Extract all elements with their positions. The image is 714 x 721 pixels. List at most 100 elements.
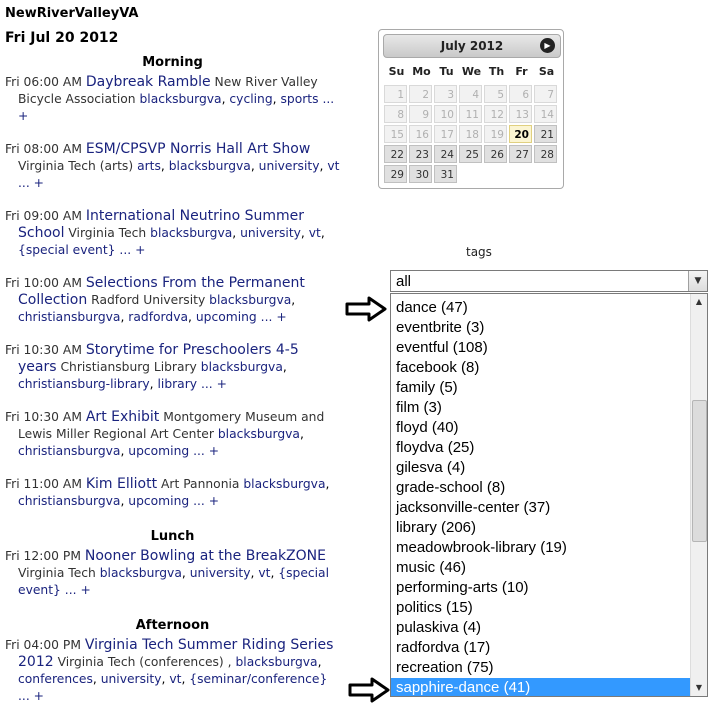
tag-option[interactable]: politics (15) — [391, 598, 691, 618]
calendar-day[interactable]: 30 — [409, 165, 432, 183]
event-title-link[interactable]: Kim Elliott — [86, 476, 157, 492]
tags-select[interactable]: all ▼ — [390, 270, 708, 292]
event-tag-link[interactable]: arts — [137, 159, 161, 173]
tags-dropdown-list[interactable]: dance (47) eventbrite (3) eventful (108) fa… — [390, 293, 708, 697]
event-tag-link[interactable]: christiansburg-library — [18, 377, 150, 391]
event-more-link[interactable]: ... — [119, 243, 131, 257]
event-more-link[interactable]: ... — [193, 444, 205, 458]
event-more-link[interactable]: ... — [18, 689, 30, 703]
add-event-icon[interactable]: + — [209, 494, 219, 508]
event-tag-link[interactable]: christiansburgva — [18, 444, 120, 458]
tag-option[interactable]: gilesva (4) — [391, 458, 691, 478]
event-tag-link[interactable]: university — [240, 226, 301, 240]
event-title-link[interactable]: Art Exhibit — [86, 409, 159, 425]
add-event-icon[interactable]: + — [209, 444, 219, 458]
tag-option[interactable]: library (206) — [391, 518, 691, 538]
event-time: Fri 10:30 AM — [5, 343, 82, 357]
calendar-day[interactable]: 31 — [434, 165, 457, 183]
event-tag-link[interactable]: {special event} — [18, 243, 116, 257]
add-event-icon[interactable]: + — [18, 109, 28, 123]
calendar-day: 5 — [484, 85, 507, 103]
event-tag-link[interactable]: blacksburgva — [100, 566, 182, 580]
calendar-day[interactable]: 22 — [384, 145, 407, 163]
event-tag-link[interactable]: blacksburgva — [209, 293, 291, 307]
next-month-icon[interactable]: ▶ — [540, 38, 555, 53]
tag-option[interactable]: family (5) — [391, 378, 691, 398]
add-event-icon[interactable]: + — [217, 377, 227, 391]
calendar-week: 1234567 — [384, 85, 560, 105]
event-more-link[interactable]: ... — [18, 176, 30, 190]
event-tag-link[interactable]: blacksburgva — [235, 655, 317, 669]
event-tag-link[interactable]: blacksburgva — [139, 92, 221, 106]
event-tag-link[interactable]: sports — [280, 92, 318, 106]
calendar-day[interactable]: 25 — [459, 145, 482, 163]
scroll-up-icon[interactable]: ▲ — [691, 294, 707, 310]
event-tag-link[interactable]: vt — [169, 672, 181, 686]
event-more-link[interactable]: ... — [201, 377, 213, 391]
event-tag-link[interactable]: blacksburgva — [243, 477, 325, 491]
tag-option[interactable]: jacksonville-center (37) — [391, 498, 691, 518]
event-tag-link[interactable]: upcoming — [128, 444, 189, 458]
tag-option[interactable]: eventbrite (3) — [391, 318, 691, 338]
scroll-thumb[interactable] — [692, 400, 707, 542]
tag-option[interactable]: floydva (25) — [391, 438, 691, 458]
event-tag-link[interactable]: blacksburgva — [150, 226, 232, 240]
tag-option[interactable]: radfordva (17) — [391, 638, 691, 658]
section-heading: Lunch — [150, 529, 195, 544]
tag-option[interactable]: film (3) — [391, 398, 691, 418]
calendar-day[interactable]: 28 — [534, 145, 557, 163]
event-tag-link[interactable]: blacksburgva — [218, 427, 300, 441]
event-tag-link[interactable]: conferences — [18, 672, 93, 686]
calendar-day[interactable]: 23 — [409, 145, 432, 163]
dropdown-scrollbar[interactable]: ▲ ▼ — [690, 294, 707, 696]
calendar-day[interactable]: 26 — [484, 145, 507, 163]
event-tag-link[interactable]: christiansburgva — [18, 494, 120, 508]
tag-option[interactable]: grade-school (8) — [391, 478, 691, 498]
event-tag-link[interactable]: vt — [258, 566, 270, 580]
event-tag-link[interactable]: vt — [309, 226, 321, 240]
event-tag-link[interactable]: university — [259, 159, 320, 173]
event-title-link[interactable]: ESM/CPSVP Norris Hall Art Show — [86, 141, 310, 157]
calendar-day[interactable]: 21 — [534, 125, 557, 143]
scroll-down-icon[interactable]: ▼ — [691, 680, 707, 696]
add-event-icon[interactable]: + — [276, 310, 286, 324]
event-more-link[interactable]: ... — [65, 583, 77, 597]
tag-option[interactable]: eventful (108) — [391, 338, 691, 358]
event-tag-link[interactable]: university — [101, 672, 162, 686]
add-event-icon[interactable]: + — [34, 689, 44, 703]
tag-option[interactable]: performing-arts (10) — [391, 578, 691, 598]
event-more-link[interactable]: ... — [193, 494, 205, 508]
tag-option[interactable]: facebook (8) — [391, 358, 691, 378]
event-tag-link[interactable]: blacksburgva — [169, 159, 251, 173]
event-title-link[interactable]: Nooner Bowling at the BreakZONE — [85, 548, 326, 564]
event-tag-link[interactable]: radfordva — [128, 310, 188, 324]
event-tag-link[interactable]: upcoming — [128, 494, 189, 508]
calendar-day[interactable]: 24 — [434, 145, 457, 163]
section-heading: Morning — [142, 55, 203, 70]
tag-option[interactable]: floyd (40) — [391, 418, 691, 438]
event-tag-link[interactable]: {seminar/conference} — [189, 672, 327, 686]
tag-option[interactable]: dance (47) — [391, 298, 691, 318]
add-event-icon[interactable]: + — [34, 176, 44, 190]
tag-option[interactable]: recreation (75) — [391, 658, 691, 678]
tag-option[interactable]: pulaskiva (4) — [391, 618, 691, 638]
event-tag-link[interactable]: university — [190, 566, 251, 580]
event-tag-link[interactable]: cycling — [229, 92, 272, 106]
add-event-icon[interactable]: + — [135, 243, 145, 257]
event-title-link[interactable]: Daybreak Ramble — [86, 74, 211, 90]
chevron-down-icon[interactable]: ▼ — [688, 271, 707, 291]
tag-option[interactable]: sapphire-dance (41) — [391, 678, 691, 696]
calendar-day[interactable]: 29 — [384, 165, 407, 183]
calendar-day[interactable]: 27 — [509, 145, 532, 163]
tag-option[interactable]: meadowbrook-library (19) — [391, 538, 691, 558]
event-more-link[interactable]: ... — [261, 310, 273, 324]
event-tag-link[interactable]: library — [157, 377, 197, 391]
calendar-day[interactable]: 20 — [509, 125, 532, 143]
event-tag-link[interactable]: blacksburgva — [201, 360, 283, 374]
add-event-icon[interactable]: + — [80, 583, 90, 597]
event-more-link[interactable]: ... — [322, 92, 334, 106]
event-tag-link[interactable]: upcoming — [196, 310, 257, 324]
event-tag-link[interactable]: christiansburgva — [18, 310, 120, 324]
event-tag-link[interactable]: vt — [327, 159, 339, 173]
tag-option[interactable]: music (46) — [391, 558, 691, 578]
